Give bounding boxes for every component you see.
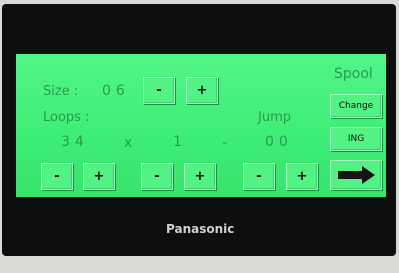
screen-title: Spool — [334, 66, 373, 82]
next-button[interactable] — [330, 160, 382, 190]
jump-value: 00 — [265, 134, 293, 150]
loops-decrease-button[interactable]: - — [41, 163, 73, 190]
jump-decrease-button[interactable]: - — [243, 163, 275, 190]
hmi-screen: Spool Size : 06 - + Change Loops : Jump … — [16, 54, 386, 197]
right-arrow-icon — [338, 166, 375, 184]
loops-value: 34 — [61, 134, 89, 150]
ing-button[interactable]: ING — [330, 127, 382, 151]
multiplier-decrease-button[interactable]: - — [141, 163, 173, 190]
jump-label: Jump — [258, 110, 291, 125]
loops-label: Loops : — [43, 110, 90, 125]
size-value: 06 — [102, 83, 130, 99]
size-label: Size : — [43, 84, 79, 99]
change-button[interactable]: Change — [330, 94, 382, 118]
dash-sign: - — [222, 135, 228, 151]
loops-increase-button[interactable]: + — [83, 163, 115, 190]
device-bezel: Spool Size : 06 - + Change Loops : Jump … — [2, 4, 396, 256]
multiplier-value: 1 — [173, 134, 187, 150]
size-decrease-button[interactable]: - — [143, 77, 175, 104]
multiplier-increase-button[interactable]: + — [184, 163, 216, 190]
jump-increase-button[interactable]: + — [286, 163, 318, 190]
size-increase-button[interactable]: + — [186, 77, 218, 104]
times-sign: x — [124, 135, 133, 151]
brand-logo: Panasonic — [166, 222, 235, 236]
